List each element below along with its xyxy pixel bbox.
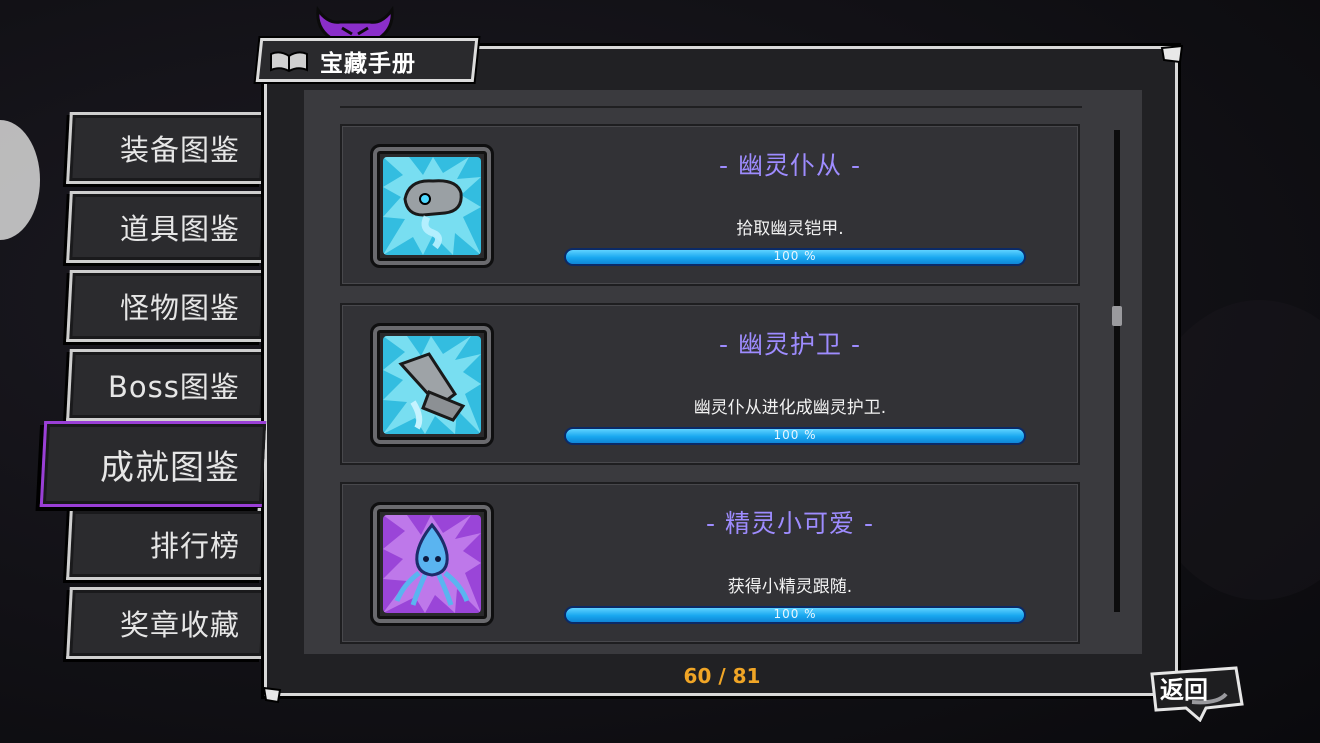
achievement-card[interactable]: - 幽灵仆从 - 拾取幽灵铠甲. 100 % <box>340 124 1080 286</box>
achievement-icon-frame <box>370 502 494 626</box>
menu-tab-equipment[interactable]: 装备图鉴 <box>66 112 266 184</box>
background-shape <box>0 120 40 240</box>
achievement-count: 60 / 81 <box>683 664 761 688</box>
menu-tab-label: Boss图鉴 <box>108 370 240 404</box>
scrollbar-track[interactable] <box>1114 130 1120 612</box>
achievement-title: - 精灵小可爱 - <box>706 509 874 538</box>
menu-tab-achievements[interactable]: 排行榜 <box>66 508 266 580</box>
progress-bar: 100 % <box>564 427 1026 445</box>
menu-tab-achievement-codex[interactable]: 成就图鉴 <box>39 421 267 507</box>
back-button-label[interactable]: 返回 <box>1160 670 1208 705</box>
progress-bar: 100 % <box>564 606 1026 624</box>
ghost-armor-icon <box>383 157 481 255</box>
menu-tab-label: 怪物图鉴 <box>119 291 240 325</box>
progress-label: 100 % <box>773 249 817 263</box>
menu-tab-monsters[interactable]: 怪物图鉴 <box>66 270 266 342</box>
progress-bar: 100 % <box>564 248 1026 266</box>
progress-label: 100 % <box>773 607 817 621</box>
menu-tab-label: 装备图鉴 <box>119 133 240 167</box>
ghost-guard-icon <box>383 336 481 434</box>
page-title: 宝藏手册 <box>320 51 416 77</box>
progress-label: 100 % <box>773 428 817 442</box>
achievement-card[interactable]: - 幽灵护卫 - 幽灵仆从进化成幽灵护卫. 100 % <box>340 303 1080 465</box>
corner-bolt-icon <box>262 686 282 704</box>
achievement-card[interactable]: - 精灵小可爱 - 获得小精灵跟随. 100 % <box>340 482 1080 644</box>
spirit-icon <box>383 515 481 613</box>
corner-bolt-icon <box>1160 44 1184 64</box>
achievement-icon-frame <box>370 144 494 268</box>
menu-tab-label: 道具图鉴 <box>119 212 240 246</box>
achievement-icon-frame <box>370 323 494 447</box>
achievement-title: - 幽灵护卫 - <box>719 330 861 359</box>
menu-tab-items[interactable]: 道具图鉴 <box>66 191 266 263</box>
book-icon <box>270 51 308 73</box>
menu-tab-label: 成就图鉴 <box>100 447 240 488</box>
achievement-description: 幽灵仆从进化成幽灵护卫. <box>693 398 887 418</box>
achievement-description: 拾取幽灵铠甲. <box>736 219 844 239</box>
achievement-list[interactable]: - 幽灵仆从 - 拾取幽灵铠甲. 100 % - 幽灵护卫 - 幽灵仆从进化成幽… <box>304 90 1142 654</box>
menu-tab-medals[interactable]: 奖章收藏 <box>66 587 266 659</box>
divider <box>340 106 1082 108</box>
scrollbar-thumb[interactable] <box>1112 306 1122 326</box>
menu-tab-boss[interactable]: Boss图鉴 <box>66 349 266 421</box>
menu-tab-label: 奖章收藏 <box>119 608 240 642</box>
achievement-description: 获得小精灵跟随. <box>727 577 853 597</box>
achievement-title: - 幽灵仆从 - <box>719 151 861 180</box>
menu-tab-label: 排行榜 <box>149 529 240 563</box>
